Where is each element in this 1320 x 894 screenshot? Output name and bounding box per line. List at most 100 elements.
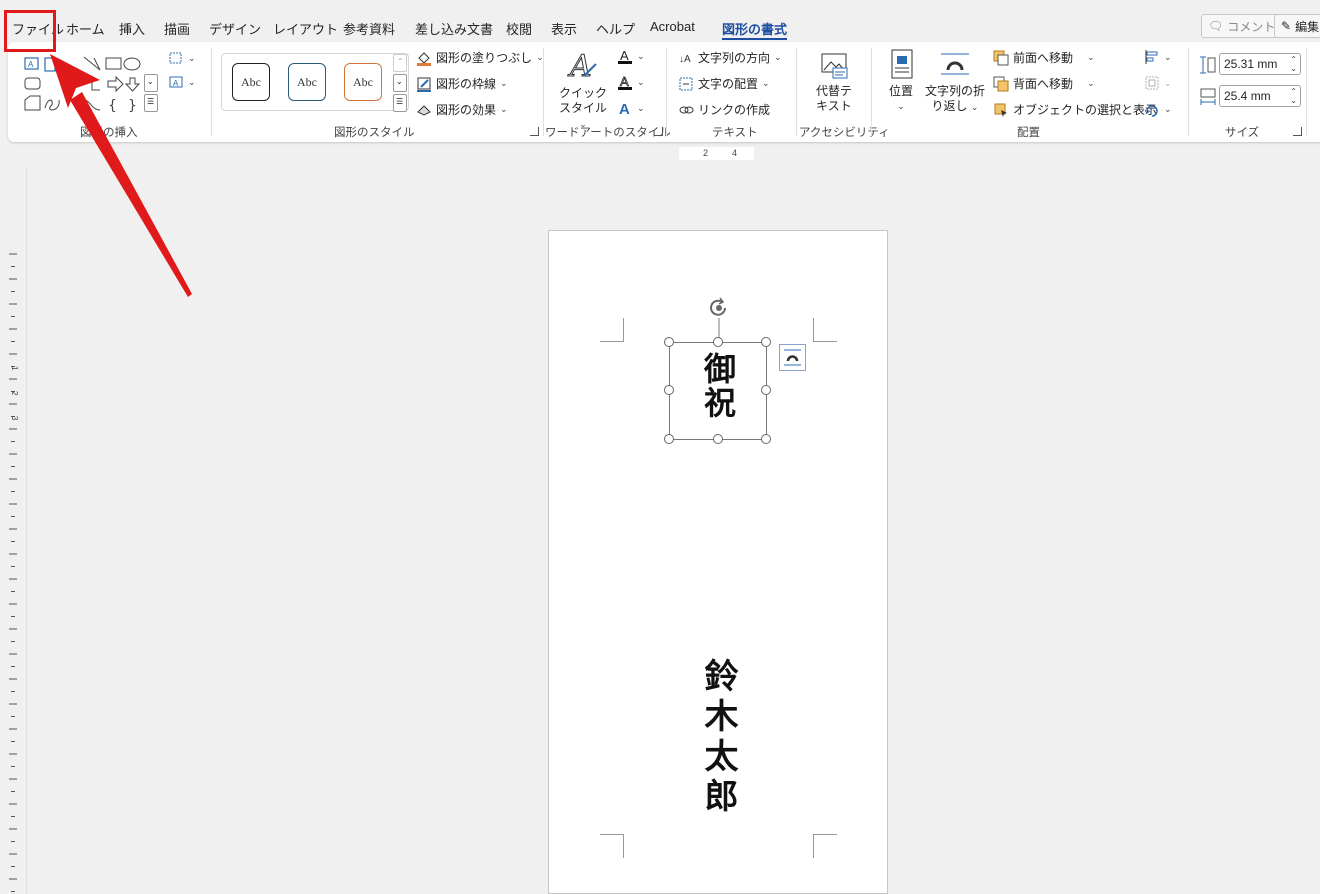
- resize-handle-s[interactable]: [713, 434, 723, 444]
- rotate-handle-icon[interactable]: [706, 296, 732, 342]
- title-vertical-text[interactable]: 御祝: [696, 352, 740, 420]
- shape-height-input[interactable]: 25.31 mm ⌃ ⌄: [1219, 53, 1301, 75]
- resize-handle-sw[interactable]: [664, 434, 674, 444]
- shape-style-orange[interactable]: Abc: [344, 63, 382, 101]
- text-fill-icon: A: [618, 48, 632, 64]
- tab-8[interactable]: 校閲: [506, 19, 532, 38]
- tab-12[interactable]: 図形の書式: [722, 19, 788, 40]
- tab-2[interactable]: 挿入: [119, 19, 145, 38]
- send-backward-button[interactable]: 背面へ移動 ⌄: [993, 75, 1095, 92]
- text-direction-icon: ↓A: [679, 54, 691, 65]
- position-button[interactable]: 位置 ⌄: [882, 48, 920, 114]
- size-dialog-launcher[interactable]: [1293, 127, 1302, 136]
- edit-mode-button[interactable]: ✎ 編集: [1274, 14, 1320, 38]
- create-link-button[interactable]: リンクの作成: [678, 101, 770, 118]
- shape-height-spinner[interactable]: ⌃ ⌄: [1290, 55, 1297, 73]
- link-chain-icon: [679, 106, 694, 113]
- send-backward-label: 背面へ移動: [1013, 77, 1074, 91]
- group-separator: [796, 48, 797, 136]
- resize-handle-n[interactable]: [713, 337, 723, 347]
- group-separator: [543, 48, 544, 136]
- tab-9[interactable]: 表示: [551, 19, 577, 38]
- text-effects-icon: A: [619, 101, 630, 116]
- group-label-shape-styles: 図形のスタイル: [334, 127, 415, 139]
- ruler-label-4: 4: [732, 148, 738, 158]
- selection-pane-label: オブジェクトの選択と表示: [1013, 103, 1158, 117]
- align-objects-icon: [1145, 50, 1158, 64]
- resize-handle-w[interactable]: [664, 385, 674, 395]
- text-effects-button[interactable]: A ⌄: [617, 100, 645, 116]
- shape-style-blue[interactable]: Abc: [288, 63, 326, 101]
- shape-height-icon: [1200, 56, 1216, 74]
- shape-styles-expand[interactable]: ☰: [393, 94, 407, 112]
- wrap-text-button[interactable]: 文字列の折 り返し ⌄: [924, 48, 986, 115]
- text-fill-button[interactable]: A ⌄: [617, 48, 645, 64]
- alt-text-label-2: キスト: [816, 99, 852, 113]
- crop-mark-top-right: [813, 318, 837, 342]
- layout-options-button[interactable]: [779, 344, 806, 371]
- tab-5[interactable]: レイアウト: [273, 19, 338, 38]
- create-link-label: リンクの作成: [698, 103, 771, 117]
- text-outline-icon: A: [618, 74, 632, 90]
- horizontal-ruler[interactable]: 2 4: [679, 147, 754, 160]
- text-outline-button[interactable]: A ⌄: [617, 74, 645, 90]
- shape-width-spinner[interactable]: ⌃ ⌄: [1290, 87, 1297, 105]
- ribbon-tab-bar: ファイル ホーム 挿入 描画 デザイン レイアウト 参考資料 差し込み文書 校閲 表示 ヘルプ Acr…: [0, 0, 1320, 44]
- shape-style-black[interactable]: Abc: [232, 63, 270, 101]
- vertical-ruler[interactable]: 1 2 3: [0, 168, 27, 894]
- pen-outline-icon: [417, 77, 431, 92]
- crop-mark-bottom-left: [600, 834, 624, 858]
- shape-effects-button[interactable]: 図形の効果 ⌄: [416, 101, 508, 118]
- quick-styles-button[interactable]: A クイック スタイル ⌄: [555, 48, 611, 132]
- svg-text:A: A: [619, 101, 630, 116]
- tab-4[interactable]: デザイン: [209, 19, 261, 38]
- bring-forward-button[interactable]: 前面へ移動 ⌄: [993, 49, 1095, 66]
- alt-text-label-1: 代替テ: [815, 84, 852, 98]
- comment-label: コメント: [1227, 19, 1276, 34]
- shape-effects-icon: [417, 104, 431, 116]
- shape-outline-label: 図形の枠線: [436, 77, 497, 91]
- comment-button[interactable]: 🗨 コメント: [1201, 14, 1283, 38]
- tab-11[interactable]: Acrobat: [650, 19, 695, 34]
- shape-styles-scroll-up[interactable]: ⌃: [393, 54, 407, 72]
- group-objects-icon: [1145, 76, 1159, 90]
- resize-handle-nw[interactable]: [664, 337, 674, 347]
- vruler-label-3: 3: [10, 416, 19, 421]
- tab-6[interactable]: 参考資料: [343, 19, 395, 38]
- name-vertical-text[interactable]: 鈴木太郎: [696, 658, 740, 818]
- edit-mode-label: 編集: [1295, 19, 1320, 34]
- group-objects-button[interactable]: ⌄: [1144, 75, 1172, 91]
- tab-1[interactable]: ホーム: [66, 19, 105, 38]
- tab-7[interactable]: 差し込み文書: [415, 19, 493, 38]
- position-label: 位置: [888, 84, 913, 98]
- align-objects-button[interactable]: ⌄: [1144, 49, 1172, 65]
- wrap-text-label-2: り返し: [931, 99, 968, 113]
- comment-icon: 🗨: [1208, 19, 1224, 33]
- shape-outline-button[interactable]: 図形の枠線 ⌄: [416, 75, 508, 92]
- shape-styles-scroll-down[interactable]: ⌄: [393, 74, 407, 92]
- wordart-dialog-launcher[interactable]: [654, 127, 663, 136]
- shape-height-value: 25.31 mm: [1224, 57, 1278, 71]
- shape-fill-button[interactable]: 図形の塗りつぶし ⌄: [416, 49, 544, 66]
- shape-width-input[interactable]: 25.4 mm ⌃ ⌄: [1219, 85, 1301, 107]
- tab-3[interactable]: 描画: [164, 19, 190, 38]
- pencil-icon: ✎: [1281, 19, 1292, 33]
- svg-text:A: A: [567, 49, 592, 82]
- tab-10[interactable]: ヘルプ: [596, 19, 635, 38]
- group-label-accessibility: アクセシビリティ: [799, 127, 890, 139]
- group-separator: [666, 48, 667, 136]
- text-direction-button[interactable]: ↓A 文字列の方向 ⌄: [678, 49, 782, 66]
- align-text-button[interactable]: 文字の配置 ⌄: [678, 75, 770, 92]
- resize-handle-se[interactable]: [761, 434, 771, 444]
- shape-styles-dialog-launcher[interactable]: [530, 127, 539, 136]
- svg-text:A: A: [620, 74, 629, 89]
- selection-pane-button[interactable]: オブジェクトの選択と表示: [993, 101, 1157, 118]
- resize-handle-e[interactable]: [761, 385, 771, 395]
- rotate-icon: [1144, 105, 1158, 117]
- rotate-button[interactable]: ⌄: [1144, 101, 1172, 117]
- resize-handle-ne[interactable]: [761, 337, 771, 347]
- group-separator: [1188, 48, 1189, 136]
- alt-text-button[interactable]: 代替テ キスト: [808, 50, 860, 114]
- shape-effects-label: 図形の効果: [436, 103, 497, 117]
- vruler-label-2: 2: [10, 391, 19, 396]
